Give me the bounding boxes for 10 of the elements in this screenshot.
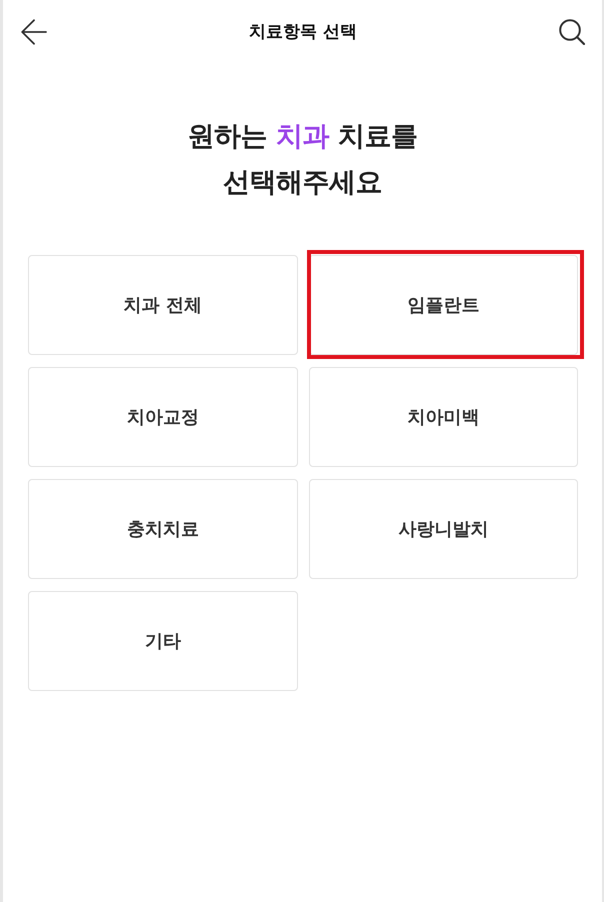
treatment-option[interactable]: 충치치료 <box>28 479 298 579</box>
back-arrow-icon[interactable] <box>21 19 47 45</box>
treatment-option[interactable]: 사랑니발치 <box>308 479 578 579</box>
treatment-option[interactable]: 치아미백 <box>308 367 578 467</box>
treatment-option[interactable]: 치과 전체 <box>28 255 298 355</box>
treatment-option[interactable]: 치아교정 <box>28 367 298 467</box>
page-heading: 원하는 치과 치료를 선택해주세요 <box>186 120 418 200</box>
treatment-option[interactable]: 기타 <box>28 591 298 691</box>
page-title: 치료항목 선택 <box>249 22 357 42</box>
search-icon[interactable] <box>558 19 585 45</box>
